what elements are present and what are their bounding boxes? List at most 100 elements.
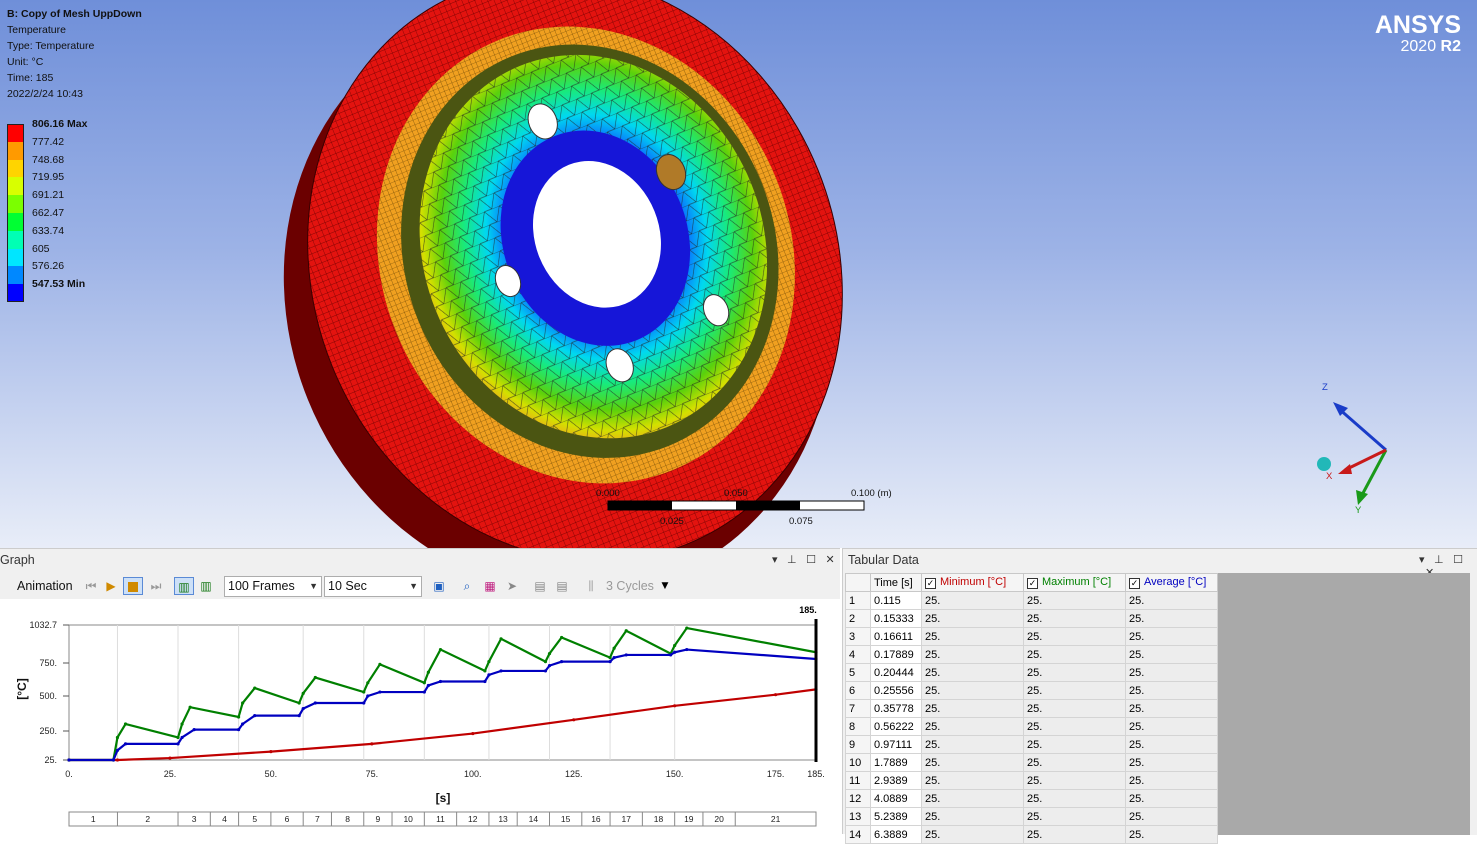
time-cell[interactable]: 2.9389 — [870, 771, 922, 790]
minimum-cell[interactable]: 25. — [921, 753, 1024, 772]
minimum-cell[interactable]: 25. — [921, 807, 1024, 826]
cycles-select[interactable]: 3 Cycles — [602, 576, 660, 597]
row-number[interactable]: 11 — [845, 771, 871, 790]
average-cell[interactable]: 25. — [1125, 825, 1218, 844]
graphics-viewport[interactable]: B: Copy of Mesh UppDown Temperature Type… — [0, 0, 1477, 548]
time-cell[interactable]: 4.0889 — [870, 789, 922, 808]
cycles-icon[interactable]: ⫼ — [582, 577, 600, 595]
table-row[interactable]: 3 0.16611 25. 25. 25. — [845, 627, 1218, 646]
maximum-cell[interactable]: 25. — [1023, 735, 1126, 754]
maximum-cell[interactable]: 25. — [1023, 627, 1126, 646]
table-row[interactable]: 14 6.3889 25. 25. 25. — [845, 825, 1218, 844]
tabular-data-table[interactable]: Time [s] ✓ Minimum [°C] ✓ Maximum [°C] ✓ Av… — [845, 573, 1218, 844]
duration-select[interactable]: 10 Sec ▼ — [324, 576, 422, 597]
row-number[interactable]: 3 — [845, 627, 871, 646]
time-cell[interactable]: 0.56222 — [870, 717, 922, 736]
row-number[interactable]: 6 — [845, 681, 871, 700]
minimum-cell[interactable]: 25. — [921, 591, 1024, 610]
minimum-cell[interactable]: 25. — [921, 789, 1024, 808]
time-cell[interactable]: 0.35778 — [870, 699, 922, 718]
table-row[interactable]: 9 0.97111 25. 25. 25. — [845, 735, 1218, 754]
minimum-header[interactable]: ✓ Minimum [°C] — [921, 573, 1024, 592]
stop-button[interactable] — [123, 577, 143, 595]
time-cell[interactable]: 0.17889 — [870, 645, 922, 664]
maximize-icon[interactable]: ☐ — [806, 553, 816, 566]
average-cell[interactable]: 25. — [1125, 645, 1218, 664]
table-row[interactable]: 8 0.56222 25. 25. 25. — [845, 717, 1218, 736]
maximum-cell[interactable]: 25. — [1023, 609, 1126, 628]
minimum-cell[interactable]: 25. — [921, 645, 1024, 664]
table-row[interactable]: 1 0.115 25. 25. 25. — [845, 591, 1218, 610]
average-cell[interactable]: 25. — [1125, 753, 1218, 772]
row-number[interactable]: 4 — [845, 645, 871, 664]
average-cell[interactable]: 25. — [1125, 771, 1218, 790]
color-grid-icon[interactable]: ▦ — [481, 577, 499, 595]
time-cell[interactable]: 0.20444 — [870, 663, 922, 682]
average-cell[interactable]: 25. — [1125, 717, 1218, 736]
time-header[interactable]: Time [s] — [870, 573, 922, 592]
temperature-history-chart[interactable]: 1032.7 750. 500. 250. 25. 0. 25. 50. 75. 100. 125.… — [0, 599, 840, 835]
table-row[interactable]: 4 0.17889 25. 25. 25. — [845, 645, 1218, 664]
minimum-cell[interactable]: 25. — [921, 663, 1024, 682]
minimum-cell[interactable]: 25. — [921, 717, 1024, 736]
time-cell[interactable]: 5.2389 — [870, 807, 922, 826]
maximum-cell[interactable]: 25. — [1023, 699, 1126, 718]
average-cell[interactable]: 25. — [1125, 591, 1218, 610]
close-icon[interactable]: ✕ — [826, 553, 835, 566]
average-header[interactable]: ✓ Average [°C] — [1125, 573, 1218, 592]
row-number[interactable]: 7 — [845, 699, 871, 718]
time-cell[interactable]: 6.3889 — [870, 825, 922, 844]
average-cell[interactable]: 25. — [1125, 735, 1218, 754]
average-cell[interactable]: 25. — [1125, 789, 1218, 808]
dropdown-icon[interactable]: ▾ — [772, 553, 778, 566]
maximum-cell[interactable]: 25. — [1023, 663, 1126, 682]
minimum-cell[interactable]: 25. — [921, 699, 1024, 718]
table-row[interactable]: 10 1.7889 25. 25. 25. — [845, 753, 1218, 772]
average-cell[interactable]: 25. — [1125, 663, 1218, 682]
graph-panel-controls[interactable]: ▾ ⊥ ☐ ✕ — [772, 553, 835, 566]
send-icon[interactable]: ➤ — [503, 577, 521, 595]
previous-frame-icon[interactable]: ⏮ — [84, 577, 98, 595]
next-frame-icon[interactable]: ⏭ — [149, 577, 163, 595]
maximum-cell[interactable]: 25. — [1023, 807, 1126, 826]
row-number[interactable]: 9 — [845, 735, 871, 754]
time-cell[interactable]: 0.15333 — [870, 609, 922, 628]
row-number[interactable]: 12 — [845, 789, 871, 808]
time-cell[interactable]: 0.115 — [870, 591, 922, 610]
average-cell[interactable]: 25. — [1125, 609, 1218, 628]
result-sets-icon[interactable]: ▥ — [198, 577, 214, 595]
row-number[interactable]: 10 — [845, 753, 871, 772]
minimum-cell[interactable]: 25. — [921, 771, 1024, 790]
row-number[interactable]: 14 — [845, 825, 871, 844]
export-video-icon[interactable]: ▣ — [430, 577, 448, 595]
time-cell[interactable]: 0.97111 — [870, 735, 922, 754]
maximum-cell[interactable]: 25. — [1023, 591, 1126, 610]
vertical-scrollbar[interactable] — [1470, 573, 1477, 835]
row-number[interactable]: 2 — [845, 609, 871, 628]
row-number[interactable]: 8 — [845, 717, 871, 736]
time-cell[interactable]: 1.7889 — [870, 753, 922, 772]
row-number[interactable]: 13 — [845, 807, 871, 826]
row-number[interactable]: 5 — [845, 663, 871, 682]
checkbox-checked-icon[interactable]: ✓ — [1129, 578, 1140, 589]
time-cell[interactable]: 0.16611 — [870, 627, 922, 646]
play-icon[interactable]: ▶ — [104, 577, 118, 595]
table-row[interactable]: 11 2.9389 25. 25. 25. — [845, 771, 1218, 790]
minimum-cell[interactable]: 25. — [921, 735, 1024, 754]
maximum-cell[interactable]: 25. — [1023, 825, 1126, 844]
checkbox-checked-icon[interactable]: ✓ — [925, 578, 936, 589]
average-cell[interactable]: 25. — [1125, 699, 1218, 718]
pin-icon[interactable]: ⊥ — [1434, 553, 1444, 566]
minimum-cell[interactable]: 25. — [921, 609, 1024, 628]
average-cell[interactable]: 25. — [1125, 807, 1218, 826]
paste-icon[interactable]: ▤ — [553, 577, 571, 595]
maximum-cell[interactable]: 25. — [1023, 771, 1126, 790]
table-row[interactable]: 6 0.25556 25. 25. 25. — [845, 681, 1218, 700]
copy-icon[interactable]: ▤ — [531, 577, 549, 595]
table-row[interactable]: 7 0.35778 25. 25. 25. — [845, 699, 1218, 718]
row-number[interactable]: 1 — [845, 591, 871, 610]
average-cell[interactable]: 25. — [1125, 681, 1218, 700]
zoom-icon[interactable]: ⌕ — [458, 577, 476, 595]
minimum-cell[interactable]: 25. — [921, 681, 1024, 700]
minimum-cell[interactable]: 25. — [921, 627, 1024, 646]
